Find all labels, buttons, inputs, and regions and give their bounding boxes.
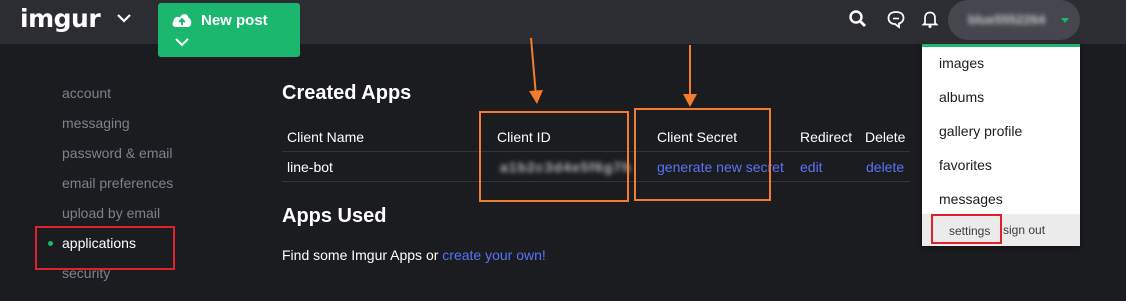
menu-item-images[interactable]: images — [939, 55, 984, 71]
create-your-own-link[interactable]: create your own! — [442, 247, 546, 263]
active-indicator-dot — [48, 241, 53, 246]
sidebar-item-applications[interactable]: applications — [62, 235, 136, 251]
apps-used-text: Find some Imgur Apps or — [282, 247, 439, 263]
bell-icon[interactable] — [921, 9, 939, 29]
table-divider — [282, 151, 910, 152]
caret-down-icon — [1061, 18, 1069, 23]
client-id-highlight — [479, 111, 629, 202]
generate-new-secret-link[interactable]: generate new secret — [657, 159, 784, 175]
edit-redirect-link[interactable]: edit — [800, 159, 823, 175]
search-icon[interactable] — [848, 9, 868, 29]
imgur-logo[interactable]: imgur — [20, 4, 101, 33]
sidebar-item-password-email[interactable]: password & email — [62, 145, 173, 161]
client-secret-highlight — [634, 108, 771, 201]
cloud-upload-icon — [172, 14, 192, 27]
username: blue5552264 — [968, 12, 1046, 27]
sidebar-item-upload-by-email[interactable]: upload by email — [62, 205, 160, 221]
col-header-redirect: Redirect — [800, 129, 853, 145]
menu-item-favorites[interactable]: favorites — [939, 157, 992, 173]
col-header-client-name: Client Name — [287, 129, 365, 145]
top-bar: imgur New post blue5552264 — [0, 0, 1126, 57]
col-header-client-id: Client ID — [497, 129, 551, 145]
col-header-delete: Delete — [865, 129, 906, 145]
apps-used-message: Find some Imgur Apps or create your own! — [282, 247, 546, 263]
settings-link[interactable]: settings — [949, 224, 990, 238]
chevron-down-icon[interactable] — [117, 13, 131, 23]
sign-out-link[interactable]: sign out — [1003, 223, 1045, 237]
sidebar-item-email-preferences[interactable]: email preferences — [62, 175, 173, 191]
client-name-cell: line-bot — [287, 159, 333, 175]
client-id-cell: a1b2c3d4e5f6g7h — [500, 159, 632, 175]
dropdown-accent-line — [922, 44, 1080, 47]
user-menu-button[interactable]: blue5552264 — [948, 0, 1080, 40]
dropdown-footer: settings sign out — [922, 214, 1080, 246]
new-post-label: New post — [201, 12, 268, 29]
sidebar-item-security[interactable]: security — [62, 265, 110, 281]
apps-used-title: Apps Used — [282, 205, 387, 227]
created-apps-title: Created Apps — [282, 82, 412, 104]
new-post-button[interactable]: New post — [158, 3, 300, 57]
chevron-down-icon[interactable] — [175, 37, 189, 47]
sidebar-item-messaging[interactable]: messaging — [62, 115, 130, 131]
menu-item-messages[interactable]: messages — [939, 191, 1003, 207]
menu-item-gallery-profile[interactable]: gallery profile — [939, 123, 1022, 139]
col-header-client-secret: Client Secret — [657, 129, 738, 145]
menu-item-albums[interactable]: albums — [939, 89, 984, 105]
table-divider — [282, 181, 910, 182]
chat-icon[interactable] — [886, 9, 906, 29]
delete-app-link[interactable]: delete — [866, 159, 904, 175]
user-dropdown-menu: images albums gallery profile favorites … — [922, 44, 1080, 246]
sidebar-item-account[interactable]: account — [62, 85, 111, 101]
